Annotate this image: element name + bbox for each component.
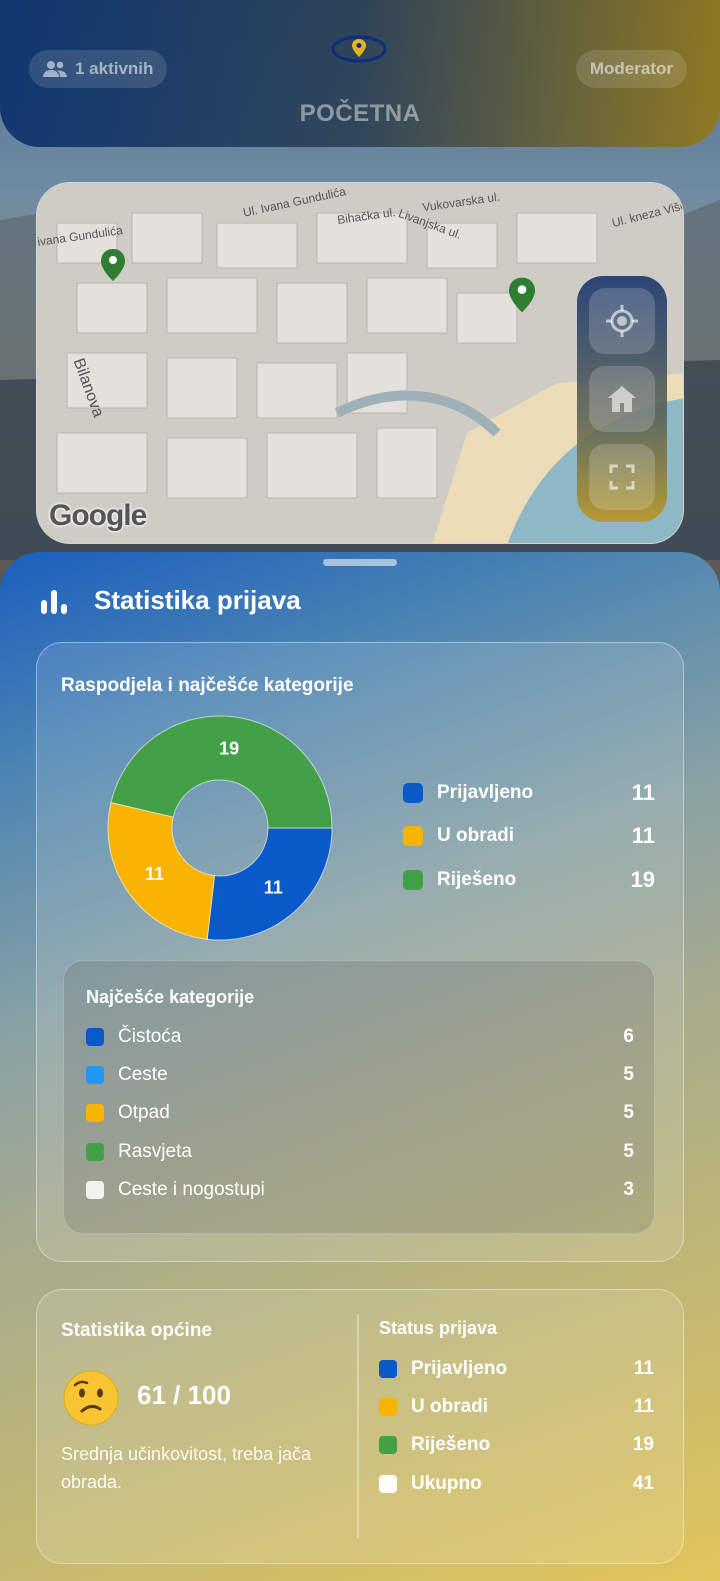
app-logo-icon	[331, 35, 387, 63]
category-label: Čistoća	[118, 1026, 182, 1048]
active-users-badge[interactable]: 1 aktivnih	[29, 50, 168, 88]
sheet-title: Statistika prijava	[94, 585, 301, 615]
statistics-sheet: Statistika prijava Raspodjela i najčešće…	[0, 552, 720, 1581]
fullscreen-icon	[609, 464, 635, 490]
category-count: 5	[623, 1064, 634, 1086]
chart-legend: Prijavljeno 11 U obradi 11 Riješeno 19	[403, 771, 655, 902]
map-pin-icon[interactable]	[101, 249, 125, 281]
status-swatch	[379, 1398, 397, 1417]
donut-slice-label: 11	[264, 878, 283, 898]
active-users-label: 1 aktivnih	[75, 59, 154, 78]
category-swatch	[86, 1028, 104, 1047]
category-swatch	[86, 1104, 104, 1123]
status-swatch	[379, 1436, 397, 1455]
distribution-title: Raspodjela i najčešće kategorije	[61, 675, 354, 696]
bar-chart-icon	[41, 590, 67, 614]
top-categories-title: Najčešće kategorije	[86, 987, 255, 1007]
app-header: 1 aktivnih Moderator POČETNA	[0, 0, 720, 147]
top-categories-panel: Najčešće kategorije Čistoća 6 Ceste 5 Ot…	[63, 960, 655, 1234]
status-row: Riješeno 19	[379, 1426, 654, 1464]
category-label: Ceste i nogostupi	[118, 1178, 265, 1200]
category-swatch	[86, 1066, 104, 1085]
people-icon	[43, 61, 67, 77]
municipality-card: Statistika općine 61 / 100 Srednja učink…	[36, 1289, 684, 1564]
home-button[interactable]	[589, 366, 655, 432]
legend-label: Riješeno	[437, 868, 517, 890]
status-list: Prijavljeno 11 U obradi 11 Riješeno 19 U…	[379, 1350, 654, 1503]
category-label: Ceste	[118, 1064, 168, 1086]
status-row: Ukupno 41	[379, 1465, 654, 1503]
crosshair-icon	[606, 305, 638, 337]
card-divider	[357, 1314, 359, 1538]
category-label: Rasvjeta	[118, 1140, 192, 1162]
status-row: U obradi 11	[379, 1388, 654, 1426]
status-donut-chart: 11 11 19	[107, 715, 333, 941]
category-row: Otpad 5	[86, 1094, 634, 1132]
legend-label: U obradi	[437, 825, 515, 847]
category-row: Čistoća 6	[86, 1018, 634, 1056]
municipality-score: 61 / 100	[137, 1380, 231, 1410]
municipality-description: Srednja učinkovitost, treba jača obrada.	[61, 1444, 312, 1492]
legend-swatch	[403, 869, 423, 890]
map-controls	[577, 276, 667, 522]
fullscreen-button[interactable]	[589, 444, 655, 510]
legend-label: Prijavljeno	[437, 781, 534, 803]
legend-item: U obradi 11	[403, 815, 655, 859]
category-count: 5	[623, 1140, 634, 1162]
distribution-card: Raspodjela i najčešće kategorije 11 11 19 …	[36, 642, 684, 1262]
status-label: Riješeno	[411, 1434, 491, 1456]
category-count: 6	[623, 1026, 634, 1048]
role-label: Moderator	[589, 59, 673, 78]
category-swatch	[86, 1180, 104, 1199]
category-count: 3	[623, 1178, 634, 1200]
status-label: U obradi	[411, 1396, 489, 1418]
legend-value: 11	[631, 779, 655, 805]
status-row: Prijavljeno 11	[379, 1350, 654, 1388]
top-categories-list: Čistoća 6 Ceste 5 Otpad 5 Rasvjeta 5 Ces…	[86, 1018, 634, 1209]
status-label: Ukupno	[411, 1472, 482, 1494]
status-value: 41	[632, 1472, 654, 1494]
status-value: 19	[632, 1434, 654, 1456]
map-view[interactable]: Ul. Ivana Gundulića ivana Gundulića Biha…	[36, 182, 684, 544]
category-swatch	[86, 1142, 104, 1161]
sheet-drag-handle[interactable]	[323, 559, 397, 566]
category-row: Ceste i nogostupi 3	[86, 1171, 634, 1209]
role-badge[interactable]: Moderator	[575, 50, 687, 88]
map-attribution: Google	[49, 499, 147, 532]
legend-swatch	[403, 782, 423, 803]
page-title: POČETNA	[299, 100, 421, 127]
status-swatch	[379, 1474, 397, 1493]
category-label: Otpad	[118, 1102, 170, 1124]
donut-slice-label: 11	[145, 864, 164, 884]
confused-face-icon	[63, 1370, 119, 1426]
municipality-title: Statistika općine	[61, 1320, 212, 1341]
map-pin-icon[interactable]	[509, 277, 535, 313]
category-count: 5	[623, 1102, 634, 1124]
my-location-button[interactable]	[589, 288, 655, 354]
category-row: Ceste 5	[86, 1056, 634, 1094]
category-row: Rasvjeta 5	[86, 1133, 634, 1171]
status-value: 11	[633, 1396, 654, 1418]
legend-item: Riješeno 19	[403, 858, 655, 902]
legend-value: 19	[630, 866, 655, 892]
donut-slice-label: 19	[219, 739, 239, 759]
home-icon	[608, 386, 636, 412]
status-label: Prijavljeno	[411, 1358, 508, 1380]
legend-item: Prijavljeno 11	[403, 771, 655, 815]
legend-value: 11	[631, 823, 655, 849]
status-value: 11	[633, 1358, 654, 1380]
status-title: Status prijava	[379, 1318, 498, 1338]
legend-swatch	[403, 826, 423, 847]
status-swatch	[379, 1360, 397, 1379]
